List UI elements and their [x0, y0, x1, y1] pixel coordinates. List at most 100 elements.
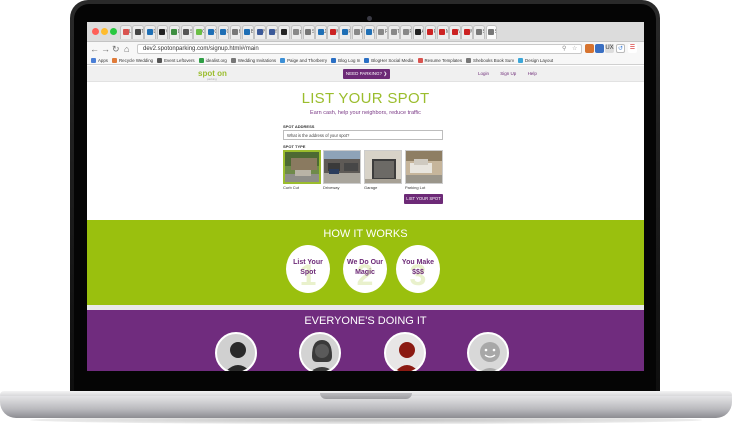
how-it-works-section: HOW IT WORKS 1 List Your Spot 2 We Do Our… — [87, 220, 644, 305]
bookmark-item[interactable]: Paige and Thorberry — [280, 56, 327, 64]
address-bar[interactable]: dev2.spotonparking.com/signup.html#/main… — [137, 44, 582, 54]
browser-tab[interactable]: Ar — [412, 25, 425, 39]
close-window-icon[interactable] — [92, 28, 99, 35]
browser-tab[interactable]: Fr — [400, 25, 412, 39]
browser-tab[interactable] — [278, 25, 291, 39]
browser-tab[interactable]: Sk — [473, 25, 486, 39]
spot-type-curb-cut[interactable] — [283, 150, 321, 184]
address-bar-url: dev2.spotonparking.com/signup.html#/main — [143, 46, 259, 52]
browser-tab[interactable]: Vi — [156, 25, 169, 39]
browser-tab[interactable]: M — [327, 25, 339, 39]
bookmark-item[interactable]: Wedding Invitations — [230, 56, 276, 64]
bookmark-icon — [417, 57, 423, 63]
browser-tab[interactable]: Fr — [375, 25, 388, 39]
need-parking-label: NEED PARKING? — [345, 71, 383, 76]
browser-tab[interactable]: Fr — [339, 25, 352, 39]
bookmark-item[interactable]: Blog Log In — [331, 56, 360, 64]
spot-type-garage[interactable] — [364, 150, 402, 184]
bookmark-label: Shebooks Book Surv — [473, 57, 515, 63]
tab-favicon-icon — [402, 29, 409, 35]
extension-icon[interactable] — [585, 44, 594, 53]
bookmark-item[interactable]: Shebooks Book Surv — [466, 56, 514, 64]
spot-type-parking-lot[interactable] — [405, 150, 443, 184]
nav-login-link[interactable]: Login — [478, 71, 489, 76]
user-silhouette-icon — [311, 340, 333, 371]
spot-address-input[interactable]: What is the address of your spot? — [283, 130, 443, 140]
zoom-icon[interactable]: ⚲ — [562, 45, 566, 54]
avatar — [384, 332, 426, 371]
browser-tab[interactable]: Ce — [205, 25, 217, 39]
browser-tab[interactable]: Pi — [424, 25, 437, 39]
bookmark-star-icon[interactable]: ☆ — [572, 45, 577, 54]
spot-type-caption: Curb Cut — [283, 185, 300, 190]
menu-icon[interactable]: ☰ — [628, 44, 637, 53]
nav-signup-link[interactable]: Sign Up — [500, 71, 516, 76]
browser-tab[interactable]: Bl — [241, 25, 254, 39]
bookmark-icon — [157, 57, 163, 63]
bookmark-item[interactable]: Apps — [91, 56, 108, 64]
tab-favicon-icon — [366, 29, 373, 35]
extension-icon[interactable] — [595, 44, 604, 53]
step-text: List Your Spot — [293, 259, 323, 276]
browser-tab[interactable]: M — [461, 25, 473, 39]
bookmark-item[interactable]: idealist.org — [198, 56, 227, 64]
browser-tab-bar: LiTeDViDoSkOCeCeHiBlNefapiSkJaMFrFrHiFrT… — [87, 22, 644, 42]
minimize-window-icon[interactable] — [101, 28, 108, 35]
tab-favicon-icon — [390, 29, 397, 35]
step-text: You Make $$$ — [401, 259, 435, 276]
tab-favicon-icon — [451, 29, 458, 35]
list-your-spot-button[interactable]: LIST YOUR SPOT — [404, 194, 443, 204]
browser-tab[interactable]: Sk — [180, 25, 193, 39]
browser-tab[interactable]: Hi — [229, 25, 242, 39]
bookmark-item[interactable]: Event Leftovers — [157, 56, 195, 64]
bookmark-item[interactable]: Resume Templates — [417, 56, 462, 64]
bookmark-item[interactable]: BlogHer Social Media — [364, 56, 414, 64]
browser-tab[interactable]: O — [193, 25, 205, 39]
browser-tab[interactable]: Hi — [363, 25, 376, 39]
back-icon[interactable]: ← — [90, 44, 99, 54]
tab-favicon-icon — [475, 29, 482, 35]
browser-tab[interactable]: D — [144, 25, 157, 39]
extension-icon[interactable]: ↺ — [616, 44, 625, 53]
need-parking-button[interactable]: NEED PARKING? ❯ — [343, 69, 390, 79]
browser-tab[interactable]: Li — [120, 25, 132, 39]
browser-tab[interactable]: Ja — [315, 25, 327, 39]
tab-favicon-icon — [280, 29, 287, 35]
spoton-logo[interactable]: spot on parking — [198, 69, 227, 81]
bookmark-item[interactable]: Design Layout — [518, 56, 553, 64]
browser-tab[interactable]: Sk — [485, 25, 498, 39]
tab-favicon-icon — [268, 29, 275, 35]
tab-favicon-icon — [378, 29, 385, 35]
browser-tab[interactable]: Ce — [217, 25, 230, 39]
tab-label: Fr — [409, 29, 411, 35]
laptop-base — [0, 396, 732, 418]
forward-icon[interactable]: → — [101, 44, 110, 54]
parking-lot-image — [406, 151, 442, 183]
browser-tab[interactable]: fa — [266, 25, 278, 39]
browser-tab[interactable]: Te — [132, 25, 144, 39]
browser-tab[interactable]: Ne — [254, 25, 266, 39]
browser-tab[interactable]: pi — [290, 25, 303, 39]
browser-tab[interactable]: Do — [168, 25, 181, 39]
reload-icon[interactable]: ↻ — [112, 44, 120, 54]
extension-icon[interactable]: UX — [605, 44, 614, 53]
tab-favicon-icon — [293, 29, 300, 35]
nav-links: Login Sign Up Help — [478, 71, 547, 76]
bookmark-item[interactable]: Recycle Wedding — [112, 56, 153, 64]
home-icon[interactable]: ⌂ — [124, 44, 129, 54]
everyone-title: EVERYONE'S DOING IT — [304, 315, 427, 327]
browser-tab[interactable]: Sk — [302, 25, 315, 39]
browser-tab[interactable]: Fr — [351, 25, 364, 39]
browser-tab[interactable]: Vi — [449, 25, 461, 39]
spot-type-driveway[interactable] — [323, 150, 361, 184]
tab-favicon-icon — [122, 29, 129, 35]
maximize-window-icon[interactable] — [110, 28, 117, 35]
how-it-works-title: HOW IT WORKS — [323, 228, 408, 240]
step-card: 1 List Your Spot — [286, 245, 330, 293]
tab-favicon-icon — [195, 29, 202, 35]
spot-type-label: SPOT TYPE — [283, 144, 306, 149]
nav-help-link[interactable]: Help — [528, 71, 537, 76]
browser-tab[interactable]: M — [436, 25, 449, 39]
curb-cut-image — [285, 152, 319, 182]
browser-tab[interactable]: Tr — [388, 25, 400, 39]
